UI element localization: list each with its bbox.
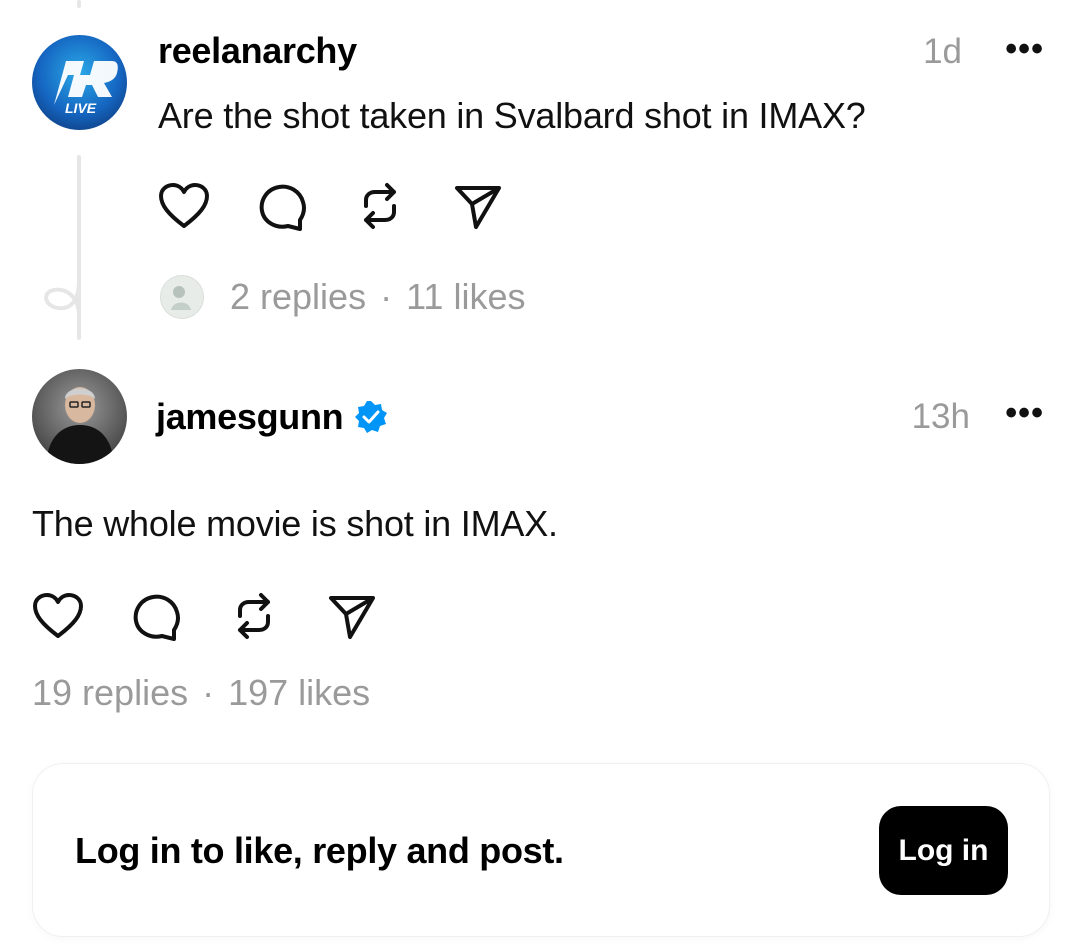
action-bar [158, 180, 550, 232]
username[interactable]: reelanarchy [158, 30, 357, 72]
thread-line-top [77, 0, 81, 8]
separator: · [380, 276, 393, 317]
comment-icon[interactable] [256, 180, 308, 232]
login-button[interactable]: Log in [879, 806, 1008, 895]
replies-count[interactable]: 2 replies [230, 276, 366, 318]
avatar[interactable] [32, 369, 127, 464]
verified-badge-icon [355, 401, 388, 433]
thread-curl-icon [44, 280, 81, 316]
more-options-icon[interactable]: ••• [1005, 394, 1044, 433]
likes-count[interactable]: 197 likes [228, 672, 370, 714]
svg-text:LIVE: LIVE [65, 100, 97, 116]
login-prompt-text: Log in to like, reply and post. [75, 830, 564, 871]
likes-count[interactable]: 11 likes [406, 276, 525, 318]
timestamp: 13h [911, 397, 970, 436]
heart-icon[interactable] [158, 180, 210, 232]
replies-count[interactable]: 19 replies [32, 672, 188, 714]
more-options-icon[interactable]: ••• [1005, 30, 1044, 69]
post-stats: 2 replies · 11 likes [160, 275, 525, 319]
timestamp: 1d [923, 32, 962, 71]
post-text: Are the shot taken in Svalbard shot in I… [158, 95, 866, 136]
repost-icon[interactable] [354, 180, 406, 232]
comment-icon[interactable] [130, 590, 182, 642]
username[interactable]: jamesgunn [156, 396, 344, 438]
share-icon[interactable] [452, 180, 504, 232]
heart-icon[interactable] [32, 590, 84, 642]
reelanarchy-logo-icon: LIVE [54, 61, 118, 116]
separator: · [202, 672, 215, 713]
post-stats: 19 replies · 197 likes [32, 672, 370, 714]
profile-photo-icon [46, 387, 114, 464]
action-bar [32, 590, 424, 642]
share-icon[interactable] [326, 590, 378, 642]
avatar[interactable]: LIVE [32, 35, 127, 130]
post-text: The whole movie is shot in IMAX. [32, 503, 558, 544]
username-row: jamesgunn [156, 396, 389, 438]
repost-icon[interactable] [228, 590, 280, 642]
replier-avatar [160, 275, 204, 319]
